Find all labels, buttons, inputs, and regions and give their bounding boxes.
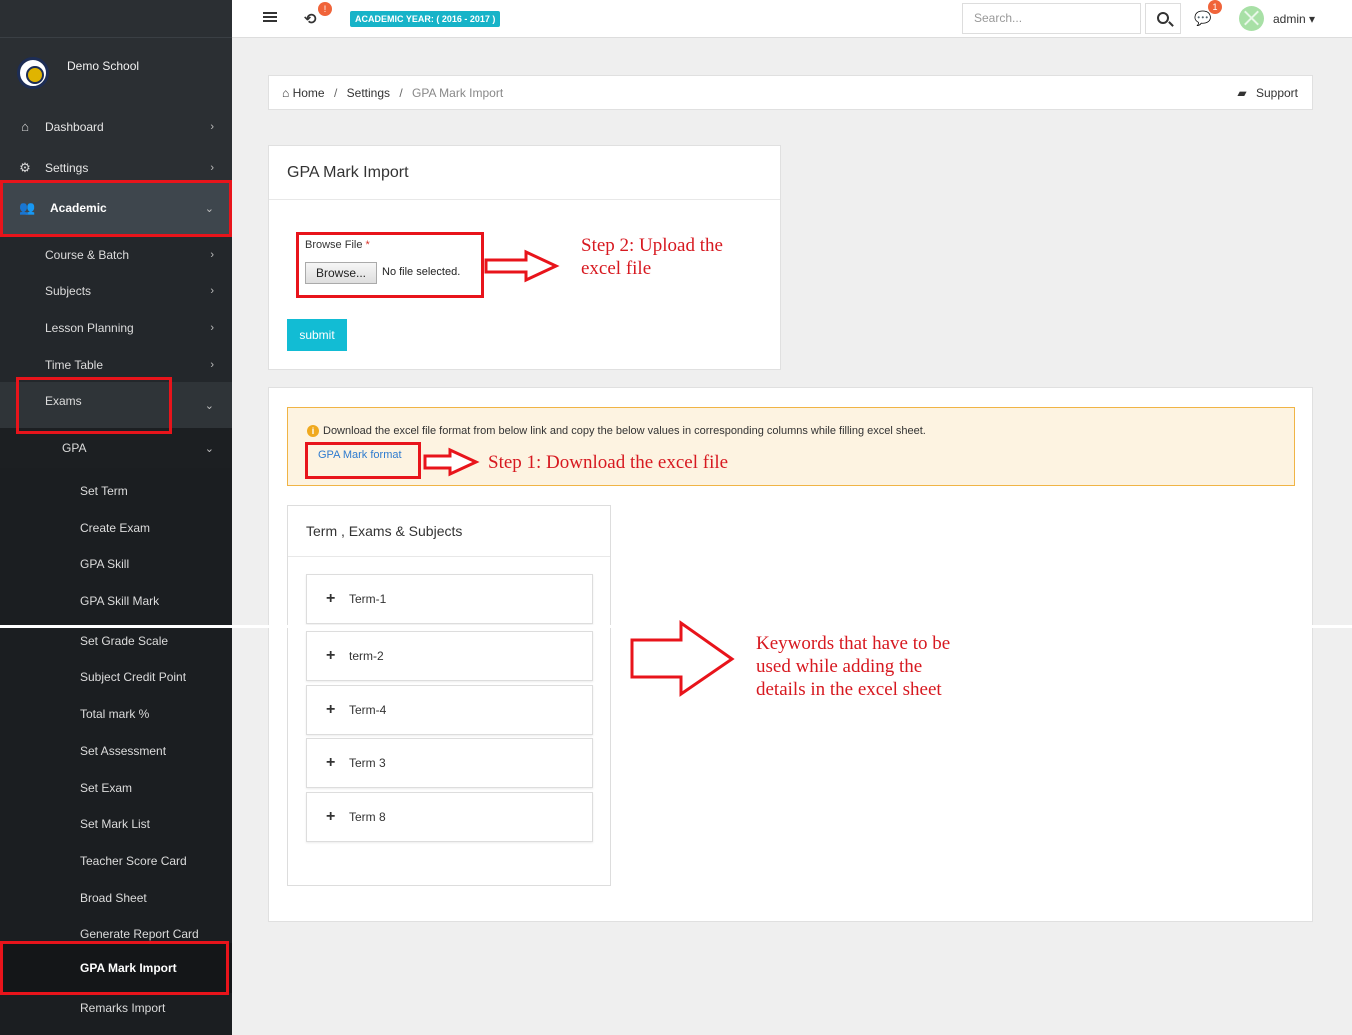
annotation-keywords-line: Keywords that have to be: [756, 633, 951, 654]
annotation-step2: Step 2: Upload the excel file: [581, 234, 723, 280]
annotation-arrows: [423, 249, 735, 697]
annotation-step2-line: excel file: [581, 258, 652, 279]
annotation-step1: Step 1: Download the excel file: [488, 452, 729, 473]
annotation-keywords: Keywords that have to be used while addi…: [756, 632, 950, 701]
arrow-keywords: [630, 620, 735, 697]
annotation-keywords-line: details in the excel sheet: [756, 679, 942, 700]
annotation-step2-line: Step 2: Upload the: [581, 235, 723, 256]
annotation-keywords-line: used while adding the: [756, 656, 923, 677]
arrow-step2: [484, 249, 560, 283]
arrow-step1: [423, 447, 480, 477]
